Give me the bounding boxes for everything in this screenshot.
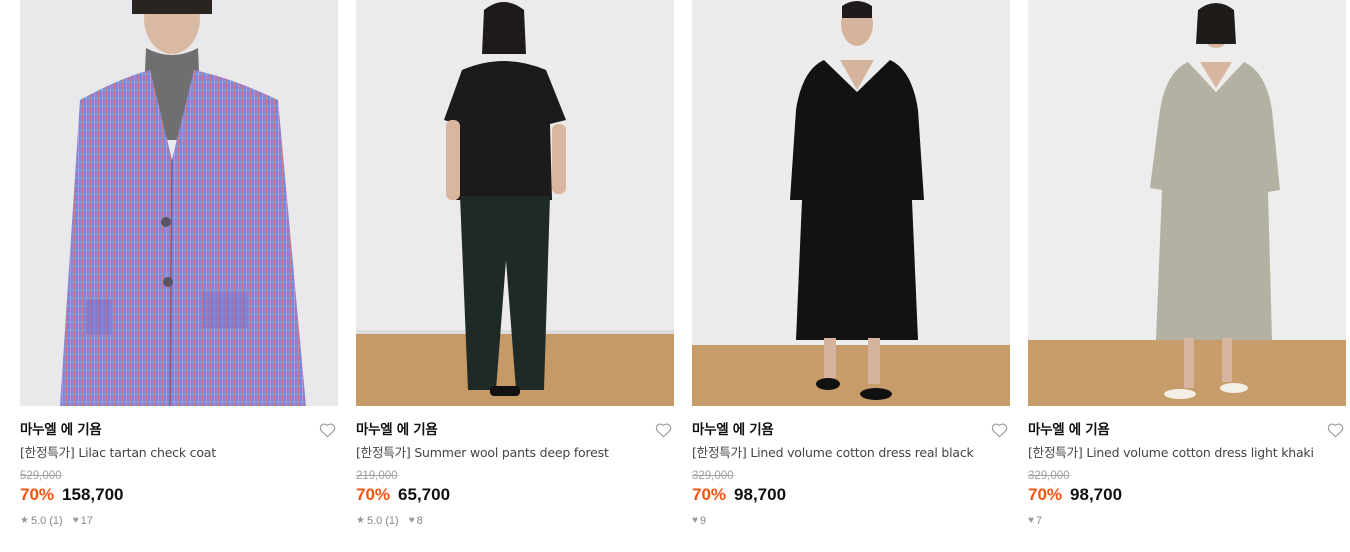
brand-name[interactable]: 마누엘 에 기욤 <box>692 420 1010 440</box>
product-name[interactable]: [한정특가] Summer wool pants deep forest <box>356 444 674 462</box>
brand-row: 마누엘 에 기욤 <box>692 420 1010 440</box>
product-image[interactable] <box>1028 0 1346 406</box>
product-image[interactable] <box>20 0 338 406</box>
sale-price: 158,700 <box>62 485 124 504</box>
product-meta: ♥ 7 <box>1028 514 1346 528</box>
product-card[interactable]: 마누엘 에 기욤 [한정특가] Lined volume cotton dres… <box>1028 0 1346 552</box>
product-image[interactable] <box>692 0 1010 406</box>
product-meta: ★ 5.0 (1) ♥ 17 <box>20 514 338 528</box>
product-card[interactable]: 마누엘 에 기욤 [한정특가] Lilac tartan check coat … <box>20 0 338 552</box>
discount-rate: 70% <box>692 485 727 504</box>
brand-name[interactable]: 마누엘 에 기욤 <box>1028 420 1346 440</box>
rating-value: 5.0 <box>366 515 383 527</box>
product-card[interactable]: 마누엘 에 기욤 [한정특가] Summer wool pants deep f… <box>356 0 674 552</box>
original-price: 329,000 <box>1028 470 1070 482</box>
brand-row: 마누엘 에 기욤 <box>20 420 338 440</box>
heart-filled-icon: ♥ <box>1028 515 1034 526</box>
price-row: 70% 98,700 <box>692 485 1010 505</box>
heart-outline-icon[interactable] <box>319 422 336 438</box>
product-card[interactable]: 마누엘 에 기욤 [한정특가] Lined volume cotton dres… <box>692 0 1010 552</box>
sale-price: 65,700 <box>398 485 451 504</box>
brand-row: 마누엘 에 기욤 <box>1028 420 1346 440</box>
product-name[interactable]: [한정특가] Lined volume cotton dress light k… <box>1028 444 1346 462</box>
heart-filled-icon: ♥ <box>692 515 698 526</box>
like-count: 9 <box>699 515 707 527</box>
discount-rate: 70% <box>1028 485 1063 504</box>
original-price: 329,000 <box>692 470 734 482</box>
price-row: 70% 65,700 <box>356 485 674 505</box>
product-meta: ♥ 9 <box>692 514 1010 528</box>
review-count: (1) <box>385 515 399 527</box>
price-row: 70% 98,700 <box>1028 485 1346 505</box>
like-count: 8 <box>416 515 423 527</box>
product-image[interactable] <box>356 0 674 406</box>
brand-name[interactable]: 마누엘 에 기욤 <box>20 420 338 440</box>
heart-filled-icon: ♥ <box>408 515 415 526</box>
product-meta: ★ 5.0 (1) ♥ 8 <box>356 514 674 528</box>
sale-price: 98,700 <box>1070 485 1123 504</box>
brand-row: 마누엘 에 기욤 <box>356 420 674 440</box>
product-grid: 마누엘 에 기욤 [한정특가] Lilac tartan check coat … <box>0 0 1350 552</box>
product-name[interactable]: [한정특가] Lilac tartan check coat <box>20 444 338 462</box>
product-name[interactable]: [한정특가] Lined volume cotton dress real bl… <box>692 444 1010 462</box>
star-icon: ★ <box>356 515 365 526</box>
discount-rate: 70% <box>356 485 391 504</box>
original-price: 219,000 <box>356 470 398 482</box>
sale-price: 98,700 <box>734 485 787 504</box>
discount-rate: 70% <box>20 485 55 504</box>
rating-value: 5.0 <box>30 515 47 527</box>
like-count: 17 <box>80 515 93 527</box>
like-count: 7 <box>1035 515 1043 527</box>
price-row: 70% 158,700 <box>20 485 338 505</box>
review-count: (1) <box>49 515 63 527</box>
star-icon: ★ <box>20 515 29 526</box>
heart-outline-icon[interactable] <box>655 422 672 438</box>
original-price: 529,000 <box>20 470 62 482</box>
heart-outline-icon[interactable] <box>991 422 1008 438</box>
brand-name[interactable]: 마누엘 에 기욤 <box>356 420 674 440</box>
heart-filled-icon: ♥ <box>72 515 79 526</box>
heart-outline-icon[interactable] <box>1327 422 1344 438</box>
